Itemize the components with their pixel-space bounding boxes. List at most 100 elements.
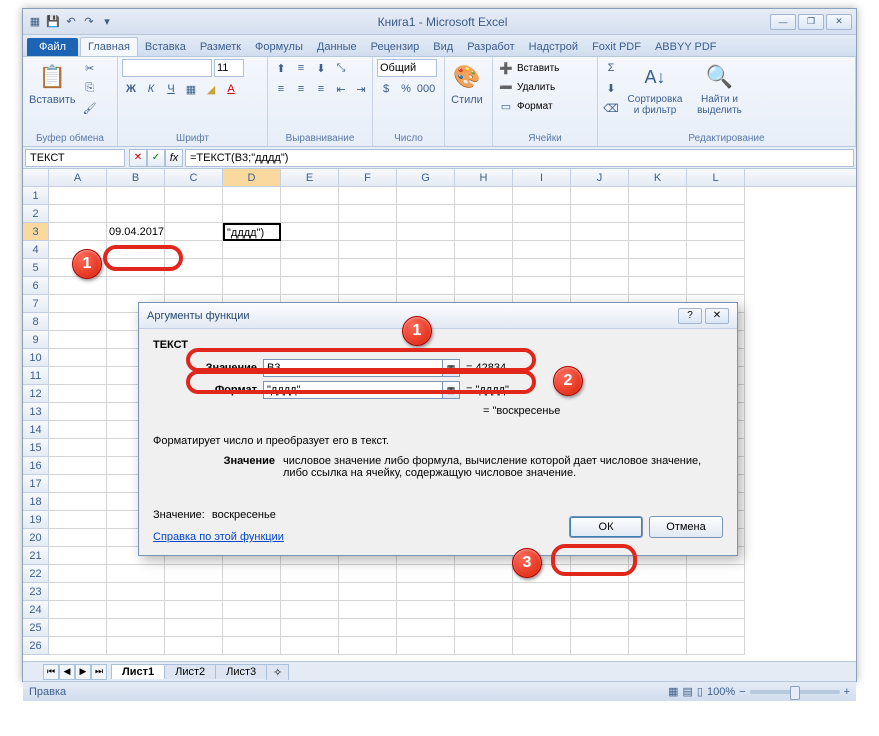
cell[interactable] — [165, 277, 223, 295]
cell[interactable] — [629, 565, 687, 583]
col-header[interactable]: F — [339, 169, 397, 186]
cell[interactable] — [49, 403, 107, 421]
ok-button[interactable]: ОК — [569, 516, 643, 538]
font-size-input[interactable] — [214, 59, 244, 77]
cell[interactable] — [339, 583, 397, 601]
cell[interactable] — [49, 223, 107, 241]
align-top-icon[interactable]: ⬆ — [272, 59, 290, 77]
cell[interactable] — [397, 619, 455, 637]
cell[interactable] — [223, 205, 281, 223]
cell[interactable] — [223, 637, 281, 655]
cell[interactable] — [629, 187, 687, 205]
find-select-button[interactable]: 🔍Найти и выделить — [690, 59, 749, 118]
cell[interactable] — [339, 565, 397, 583]
cell[interactable] — [513, 583, 571, 601]
cell[interactable] — [339, 619, 397, 637]
zoom-out-icon[interactable]: − — [739, 686, 745, 698]
cell[interactable] — [687, 223, 745, 241]
arg-value-input[interactable] — [263, 359, 443, 377]
cell[interactable] — [455, 619, 513, 637]
col-header[interactable]: E — [281, 169, 339, 186]
format-cells-icon[interactable]: ▭ — [497, 97, 515, 115]
cell[interactable] — [49, 457, 107, 475]
cell[interactable] — [397, 259, 455, 277]
arg-format-input[interactable] — [263, 381, 443, 399]
formula-input[interactable]: =ТЕКСТ(B3;"дддд") — [185, 149, 854, 167]
cell[interactable] — [223, 601, 281, 619]
cell[interactable] — [49, 313, 107, 331]
row-header[interactable]: 18 — [23, 493, 49, 511]
cell[interactable] — [397, 601, 455, 619]
cell[interactable] — [165, 565, 223, 583]
cell[interactable] — [49, 205, 107, 223]
cell[interactable] — [571, 565, 629, 583]
cell[interactable] — [49, 601, 107, 619]
tab-insert[interactable]: Вставка — [138, 38, 193, 56]
row-header[interactable]: 2 — [23, 205, 49, 223]
redo-icon[interactable]: ↷ — [81, 14, 97, 30]
cell[interactable] — [107, 619, 165, 637]
cell[interactable]: "дддд") — [223, 223, 281, 241]
format-cells-label[interactable]: Формат — [517, 101, 553, 112]
row-header[interactable]: 10 — [23, 349, 49, 367]
cell[interactable] — [49, 349, 107, 367]
cell[interactable] — [49, 619, 107, 637]
cell[interactable] — [49, 475, 107, 493]
tab-layout[interactable]: Разметк — [193, 38, 248, 56]
cell[interactable] — [397, 565, 455, 583]
sheet-tab[interactable]: Лист2 — [164, 664, 216, 679]
close-button[interactable]: ✕ — [826, 14, 852, 30]
cell[interactable] — [339, 241, 397, 259]
cell[interactable] — [223, 277, 281, 295]
cell[interactable] — [49, 493, 107, 511]
cell[interactable] — [107, 205, 165, 223]
cell[interactable] — [281, 583, 339, 601]
cell[interactable] — [513, 637, 571, 655]
tab-data[interactable]: Данные — [310, 38, 364, 56]
currency-icon[interactable]: $ — [377, 80, 395, 98]
border-icon[interactable]: ▦ — [182, 80, 200, 98]
tab-formulas[interactable]: Формулы — [248, 38, 310, 56]
fill-icon[interactable]: ⬇ — [602, 79, 620, 97]
cell[interactable] — [513, 223, 571, 241]
cell[interactable] — [397, 583, 455, 601]
cell[interactable] — [165, 601, 223, 619]
align-left-icon[interactable]: ≡ — [272, 80, 290, 98]
undo-icon[interactable]: ↶ — [63, 14, 79, 30]
cell[interactable] — [281, 601, 339, 619]
cell[interactable] — [629, 223, 687, 241]
cell[interactable] — [571, 601, 629, 619]
cell[interactable] — [687, 187, 745, 205]
cell[interactable] — [455, 565, 513, 583]
cancel-button[interactable]: Отмена — [649, 516, 723, 538]
bold-icon[interactable]: Ж — [122, 80, 140, 98]
cell[interactable] — [281, 241, 339, 259]
cell[interactable] — [339, 601, 397, 619]
row-header[interactable]: 23 — [23, 583, 49, 601]
cell[interactable] — [281, 277, 339, 295]
new-sheet-icon[interactable]: ✧ — [266, 664, 289, 680]
col-header[interactable]: C — [165, 169, 223, 186]
cell[interactable]: 09.04.2017 — [107, 223, 165, 241]
cell[interactable] — [397, 223, 455, 241]
zoom-slider[interactable] — [750, 690, 840, 694]
cell[interactable] — [339, 187, 397, 205]
cell[interactable] — [571, 583, 629, 601]
cell[interactable] — [107, 583, 165, 601]
cell[interactable] — [107, 637, 165, 655]
row-header[interactable]: 1 — [23, 187, 49, 205]
cell[interactable] — [629, 259, 687, 277]
cell[interactable] — [513, 619, 571, 637]
indent-dec-icon[interactable]: ⇤ — [332, 80, 350, 98]
cell[interactable] — [397, 205, 455, 223]
cell[interactable] — [513, 259, 571, 277]
view-normal-icon[interactable]: ▦ — [668, 685, 678, 698]
cell[interactable] — [281, 223, 339, 241]
align-center-icon[interactable]: ≡ — [292, 80, 310, 98]
cell[interactable] — [49, 547, 107, 565]
row-header[interactable]: 9 — [23, 331, 49, 349]
col-header[interactable]: G — [397, 169, 455, 186]
cell[interactable] — [687, 619, 745, 637]
sort-filter-button[interactable]: A↓Сортировка и фильтр — [623, 59, 687, 118]
italic-icon[interactable]: К — [142, 80, 160, 98]
